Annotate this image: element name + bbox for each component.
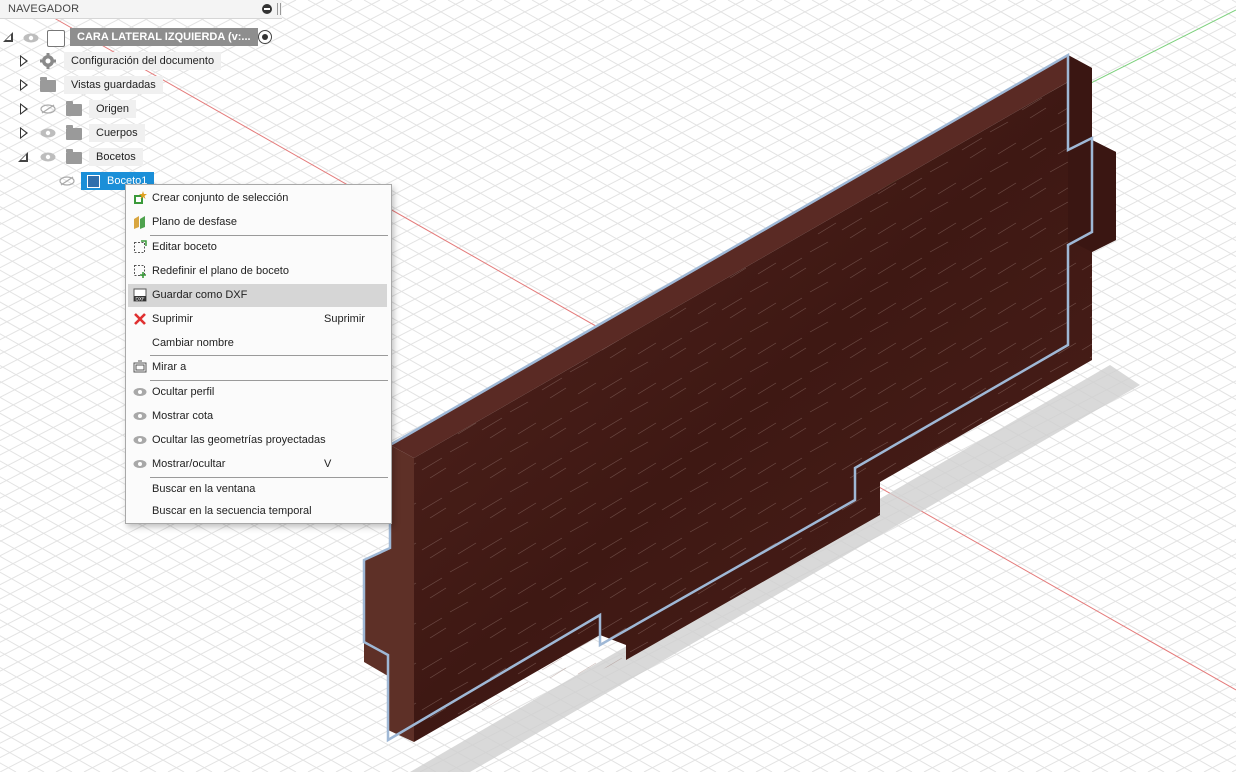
menu-item-label: Buscar en la secuencia temporal [152, 505, 312, 517]
menu-item-delete[interactable]: Suprimir Suprimir [128, 308, 387, 331]
collapse-icon[interactable] [262, 4, 272, 14]
menu-item-rename[interactable]: Cambiar nombre [128, 332, 387, 355]
visibility-eye-icon[interactable] [40, 128, 56, 138]
expand-arrow-icon[interactable] [20, 127, 28, 139]
collapse-arrow-icon[interactable] [18, 152, 28, 162]
menu-item-show-dimension[interactable]: Mostrar cota [128, 405, 387, 428]
tree-root-label: CARA LATERAL IZQUIERDA (v:... [70, 28, 258, 46]
redefine-plane-icon [134, 265, 146, 278]
look-at-icon [133, 360, 147, 373]
menu-item-edit-sketch[interactable]: Editar boceto [128, 236, 387, 259]
hidden-eye-icon[interactable] [59, 176, 75, 186]
sketch-icon [87, 175, 100, 188]
component-icon [47, 30, 65, 47]
menu-item-label: Suprimir [152, 313, 193, 325]
eye-icon [133, 436, 147, 444]
menu-item-label: Ocultar perfil [152, 386, 215, 398]
tree-item-origin[interactable]: Origen [0, 100, 282, 120]
selection-set-icon [134, 191, 147, 204]
folder-icon [66, 125, 82, 140]
menu-item-offset-plane[interactable]: Plano de desfase [128, 211, 387, 234]
folder-icon [66, 101, 82, 116]
menu-item-label: Plano de desfase [152, 216, 238, 228]
eye-icon [133, 412, 147, 420]
navigator-header: NAVEGADOR [0, 0, 282, 19]
tree-item-label: Configuración del documento [64, 52, 222, 70]
menu-item-label: Mirar a [152, 361, 187, 373]
menu-item-label: Redefinir el plano de boceto [152, 265, 289, 277]
tree-item-settings[interactable]: Configuración del documento [0, 52, 282, 72]
tree-item-sketches[interactable]: Bocetos [0, 148, 282, 168]
tree-root-row[interactable]: CARA LATERAL IZQUIERDA (v:... [0, 28, 282, 48]
menu-item-label: Mostrar/ocultar [152, 458, 226, 470]
eye-icon [133, 460, 147, 468]
menu-item-look-at[interactable]: Mirar a [128, 356, 387, 379]
edit-sketch-icon [134, 240, 147, 253]
tree-item-label: Vistas guardadas [64, 76, 163, 94]
tree-item-bodies[interactable]: Cuerpos [0, 124, 282, 144]
panel-grip-handle[interactable] [277, 3, 281, 15]
hidden-eye-icon[interactable] [40, 104, 56, 114]
activate-radio-icon[interactable] [258, 30, 272, 44]
menu-item-redefine-sketch-plane[interactable]: Redefinir el plano de boceto [128, 260, 387, 283]
menu-item-shortcut: V [324, 458, 332, 470]
tree-item-label: Origen [89, 100, 137, 118]
folder-icon [66, 149, 82, 164]
menu-item-label: Cambiar nombre [152, 337, 234, 349]
delete-icon [134, 313, 146, 325]
visibility-eye-icon[interactable] [23, 33, 39, 43]
context-menu: Crear conjunto de selección Plano de des… [125, 184, 392, 524]
expand-arrow-icon[interactable] [20, 79, 28, 91]
visibility-eye-icon[interactable] [40, 152, 56, 162]
expand-arrow-icon[interactable] [20, 103, 28, 115]
expand-arrow-icon[interactable] [20, 55, 28, 67]
menu-item-label: Crear conjunto de selección [152, 192, 289, 204]
menu-item-hide-projected-geometry[interactable]: Ocultar las geometrías proyectadas [128, 429, 387, 452]
menu-item-label: Editar boceto [152, 241, 217, 253]
tree-item-label: Bocetos [89, 148, 143, 166]
menu-item-label: Mostrar cota [152, 410, 214, 422]
eye-icon [133, 388, 147, 396]
tree-item-label: Cuerpos [89, 124, 145, 142]
svg-text:DXF: DXF [135, 296, 145, 302]
dxf-icon: DXF [133, 288, 147, 302]
menu-item-hide-profile[interactable]: Ocultar perfil [128, 381, 387, 404]
menu-item-label: Guardar como DXF [152, 289, 248, 301]
menu-item-label: Ocultar las geometrías proyectadas [152, 434, 326, 446]
menu-item-find-in-window[interactable]: Buscar en la ventana [128, 478, 387, 501]
gear-icon [40, 53, 56, 69]
collapse-arrow-icon[interactable] [3, 32, 13, 42]
offset-plane-icon [134, 216, 145, 229]
menu-item-save-as-dxf[interactable]: DXF Guardar como DXF [128, 284, 387, 307]
menu-item-create-selection-set[interactable]: Crear conjunto de selección [128, 187, 387, 210]
tree-item-saved-views[interactable]: Vistas guardadas [0, 76, 282, 96]
menu-item-show-hide[interactable]: Mostrar/ocultar V [128, 453, 387, 476]
menu-item-label: Buscar en la ventana [152, 483, 256, 495]
menu-item-shortcut: Suprimir [324, 313, 365, 325]
folder-icon [40, 77, 56, 92]
menu-item-find-in-timeline[interactable]: Buscar en la secuencia temporal [128, 500, 387, 523]
navigator-title: NAVEGADOR [8, 3, 80, 15]
